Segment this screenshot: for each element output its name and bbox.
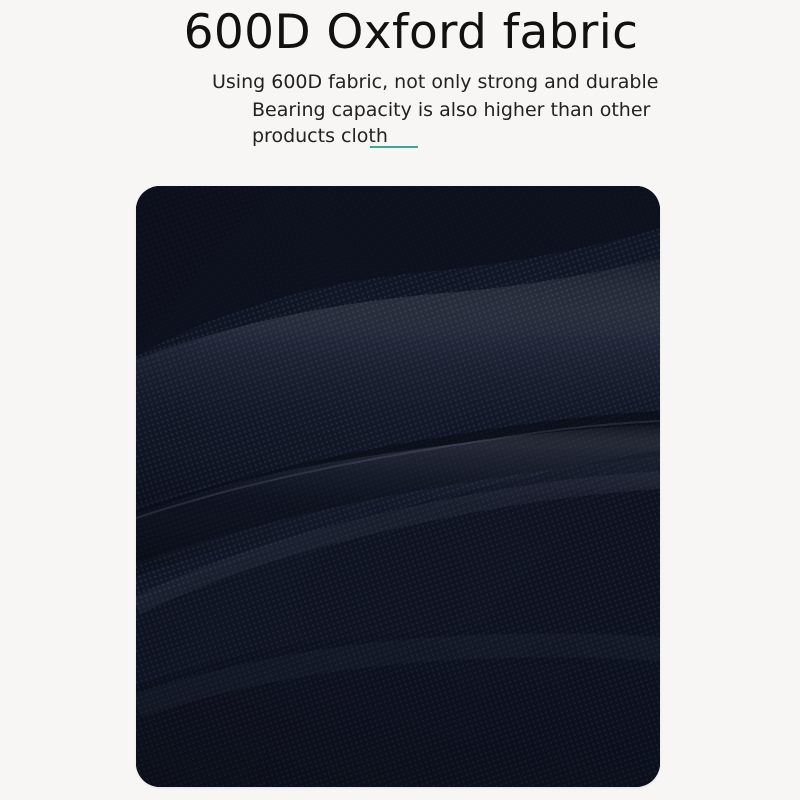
description-line-2: Bearing capacity is also higher than oth… bbox=[252, 99, 651, 121]
oxford-fabric-image bbox=[136, 186, 660, 787]
page-title: 600D Oxford fabric bbox=[183, 5, 639, 60]
description-line-3: products cloth bbox=[252, 125, 388, 147]
accent-underline bbox=[370, 146, 418, 148]
description-line-1: Using 600D fabric, not only strong and d… bbox=[212, 71, 659, 93]
